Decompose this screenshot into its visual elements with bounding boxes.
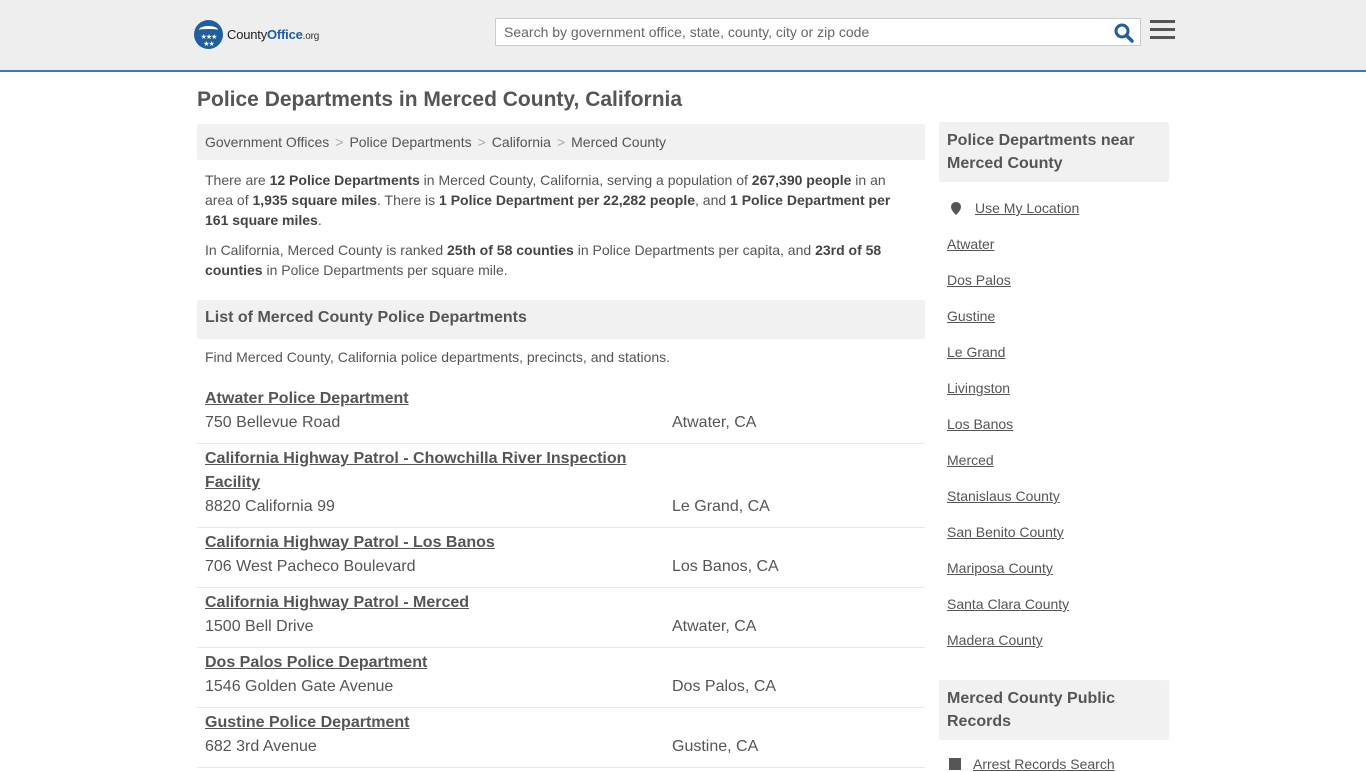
search-input[interactable]	[496, 19, 1096, 45]
department-address: 1546 Golden Gate Avenue	[205, 678, 394, 695]
breadcrumb-california[interactable]: California	[492, 134, 551, 150]
breadcrumb-separator: >	[335, 134, 344, 150]
breadcrumb: Government Offices > Police Departments > Ca…	[197, 124, 925, 160]
breadcrumb-merced-county[interactable]: Merced County	[571, 134, 666, 150]
department-name-link[interactable]: California Highway Patrol - Chowchilla R…	[205, 447, 645, 495]
intro-text: in Merced County, California, serving a …	[419, 172, 752, 188]
intro-summary: There are 12 Police Departments in Merce…	[205, 170, 917, 290]
department-city: Los Banos, CA	[672, 558, 779, 575]
intro-text: .	[317, 212, 322, 228]
nearby-link-atwater[interactable]: Atwater	[947, 234, 1161, 254]
department-item: Atwater Police Department 750 Bellevue R…	[197, 384, 925, 444]
intro-text: In California, Merced County is ranked	[205, 242, 447, 258]
department-name-link[interactable]: California Highway Patrol - Los Banos	[205, 531, 645, 555]
public-records-heading: Merced County Public Records	[939, 680, 1169, 740]
highlighted-stat: 25th of 58 counties	[447, 242, 574, 258]
breadcrumb-police-departments[interactable]: Police Departments	[349, 134, 471, 150]
eagle-logo-icon: ★★★ ★★	[194, 20, 223, 49]
department-name-link[interactable]: Atwater Police Department	[205, 387, 645, 411]
department-address: 706 West Pacheco Boulevard	[205, 558, 416, 575]
page-title: Police Departments in Merced County, Cal…	[197, 88, 683, 111]
top-navigation-bar: ★★★ ★★ CountyOffice.org	[0, 0, 1366, 72]
breadcrumb-separator: >	[477, 134, 486, 150]
nearby-link-le-grand[interactable]: Le Grand	[947, 342, 1161, 362]
nearby-link-san-benito-county[interactable]: San Benito County	[947, 522, 1161, 542]
intro-text: in Police Departments per square mile.	[262, 262, 508, 278]
department-item: Dos Palos Police Department 1546 Golden …	[197, 648, 925, 708]
department-address: 682 3rd Avenue	[205, 738, 317, 755]
search-button[interactable]	[1112, 22, 1136, 44]
site-logo[interactable]: ★★★ ★★ CountyOffice.org	[194, 20, 319, 49]
breadcrumb-separator: >	[556, 134, 566, 150]
nearby-link-santa-clara-county[interactable]: Santa Clara County	[947, 594, 1161, 614]
intro-text: , and	[695, 192, 731, 208]
breadcrumb-government-offices[interactable]: Government Offices	[205, 134, 329, 150]
department-address: 1500 Bell Drive	[205, 618, 314, 635]
sidebar-nearby: Police Departments near Merced County Us…	[939, 122, 1169, 666]
highlighted-stat: 1 Police Department per 22,282 people	[439, 192, 696, 208]
intro-text: There are	[205, 172, 270, 188]
nearby-link-livingston[interactable]: Livingston	[947, 378, 1161, 398]
intro-text: in Police Departments per capita, and	[573, 242, 816, 258]
hamburger-menu-button[interactable]	[1150, 20, 1175, 42]
intro-text: . There is	[377, 192, 440, 208]
department-name-link[interactable]: Dos Palos Police Department	[205, 651, 645, 675]
department-item: California Highway Patrol - Merced 1500 …	[197, 588, 925, 648]
logo-text: CountyOffice.org	[227, 27, 320, 42]
highlighted-stat: 1,935 square miles	[252, 192, 378, 208]
department-city: Gustine, CA	[672, 738, 759, 755]
department-address: 8820 California 99	[205, 498, 335, 515]
records-icon	[949, 758, 961, 770]
nearby-link-madera-county[interactable]: Madera County	[947, 630, 1161, 650]
department-name-link[interactable]: Gustine Police Department	[205, 711, 645, 735]
search-bar	[495, 18, 1141, 46]
nearby-heading: Police Departments near Merced County	[939, 122, 1169, 182]
use-my-location-link[interactable]: Use My Location	[975, 198, 1079, 218]
nearby-link-los-banos[interactable]: Los Banos	[947, 414, 1161, 434]
nearby-link-mariposa-county[interactable]: Mariposa County	[947, 558, 1161, 578]
nearby-link-gustine[interactable]: Gustine	[947, 306, 1161, 326]
department-city: Atwater, CA	[672, 414, 757, 431]
list-heading: List of Merced County Police Departments	[197, 300, 925, 339]
search-icon	[1114, 23, 1134, 43]
department-item: California Highway Patrol - Chowchilla R…	[197, 444, 925, 528]
department-address: 750 Bellevue Road	[205, 414, 341, 431]
department-item: Gustine Police Department 682 3rd Avenue…	[197, 708, 925, 768]
department-item: California Highway Patrol - Los Banos 70…	[197, 528, 925, 588]
list-description: Find Merced County, California police de…	[205, 349, 671, 365]
highlighted-stat: 12 Police Departments	[269, 172, 420, 188]
department-city: Le Grand, CA	[672, 498, 770, 515]
department-list: Atwater Police Department 750 Bellevue R…	[197, 384, 925, 768]
intro-paragraph-statistics: There are 12 Police Departments in Merce…	[205, 170, 917, 230]
highlighted-stat: 267,390 people	[751, 172, 852, 188]
department-city: Atwater, CA	[672, 618, 757, 635]
intro-paragraph-rankings: In California, Merced County is ranked 2…	[205, 240, 917, 280]
nearby-link-dos-palos[interactable]: Dos Palos	[947, 270, 1161, 290]
nearby-link-merced[interactable]: Merced	[947, 450, 1161, 470]
department-name-link[interactable]: California Highway Patrol - Merced	[205, 591, 645, 615]
arrest-records-search-label: Arrest Records Search	[973, 756, 1115, 772]
nearby-link-stanislaus-county[interactable]: Stanislaus County	[947, 486, 1161, 506]
arrest-records-search-link[interactable]: Arrest Records Search	[947, 756, 1115, 772]
department-city: Dos Palos, CA	[672, 678, 777, 695]
location-pin-icon	[951, 201, 961, 215]
